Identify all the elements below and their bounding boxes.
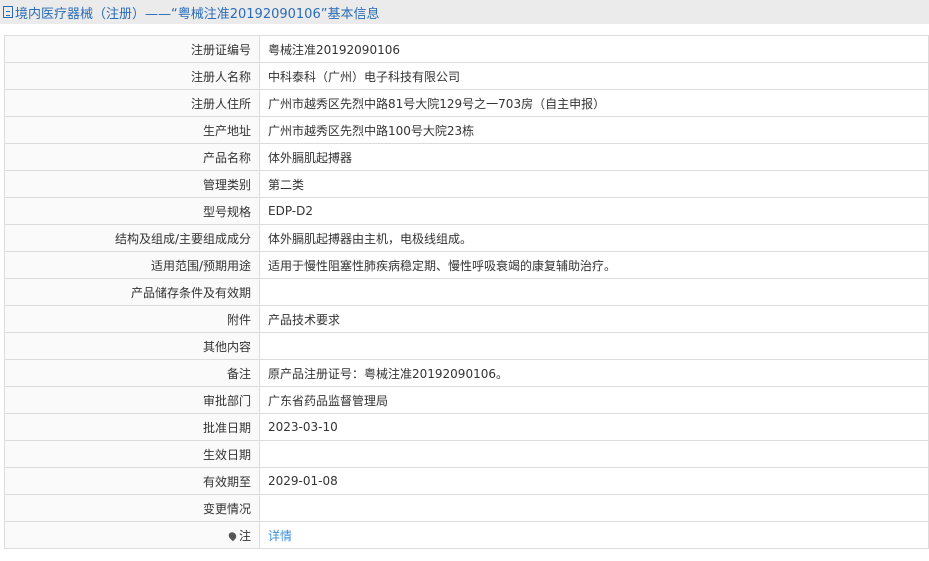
table-row: 备注 原产品注册证号：粤械注准20192090106。 — [4, 359, 929, 387]
row-label: 注册人名称 — [4, 62, 260, 90]
row-label: 管理类别 — [4, 170, 260, 198]
row-label: 注册人住所 — [4, 89, 260, 117]
page-title: 境内医疗器械（注册）——“粤械注准20192090106”基本信息 — [15, 6, 380, 22]
row-value — [259, 494, 929, 522]
details-link[interactable]: 详情 — [268, 529, 292, 543]
row-label: 生效日期 — [4, 440, 260, 468]
row-value: 广东省药品监督管理局 — [259, 386, 929, 414]
row-label: 有效期至 — [4, 467, 260, 495]
row-value: 2023-03-10 — [259, 413, 929, 441]
note-label: 注 — [238, 528, 251, 543]
row-value — [259, 440, 929, 468]
table-row: 其他内容 — [4, 332, 929, 360]
row-value: 详情 — [259, 521, 929, 549]
row-label: 附件 — [4, 305, 260, 333]
table-row: 产品名称 体外膈肌起搏器 — [4, 143, 929, 171]
row-value — [259, 332, 929, 360]
table-row: 注册证编号 粤械注准20192090106 — [4, 35, 929, 63]
table-row: 型号规格 EDP-D2 — [4, 197, 929, 225]
table-row: 批准日期 2023-03-10 — [4, 413, 929, 441]
row-value: 粤械注准20192090106 — [259, 35, 929, 63]
row-value: 体外膈肌起搏器由主机，电极线组成。 — [259, 224, 929, 252]
table-row: 注册人住所 广州市越秀区先烈中路81号大院129号之一703房（自主申报） — [4, 89, 929, 117]
pin-icon — [227, 530, 238, 542]
table-row: 有效期至 2029-01-08 — [4, 467, 929, 495]
table-row: 附件 产品技术要求 — [4, 305, 929, 333]
info-table: 注册证编号 粤械注准20192090106 注册人名称 中科泰科（广州）电子科技有限公… — [4, 35, 929, 549]
row-label: 结构及组成/主要组成成分 — [4, 224, 260, 252]
table-row: 变更情况 — [4, 494, 929, 522]
table-row: 适用范围/预期用途 适用于慢性阻塞性肺疾病稳定期、慢性呼吸衰竭的康复辅助治疗。 — [4, 251, 929, 279]
table-row-note: 注 详情 — [4, 521, 929, 549]
row-label: 批准日期 — [4, 413, 260, 441]
row-label: 注 — [4, 521, 260, 549]
row-value: 原产品注册证号：粤械注准20192090106。 — [259, 359, 929, 387]
row-value: 中科泰科（广州）电子科技有限公司 — [259, 62, 929, 90]
table-row: 生产地址 广州市越秀区先烈中路100号大院23栋 — [4, 116, 929, 144]
row-label: 其他内容 — [4, 332, 260, 360]
document-icon — [3, 6, 13, 18]
row-label: 产品名称 — [4, 143, 260, 171]
row-value: EDP-D2 — [259, 197, 929, 225]
table-row: 注册人名称 中科泰科（广州）电子科技有限公司 — [4, 62, 929, 90]
table-row: 产品储存条件及有效期 — [4, 278, 929, 306]
row-label: 适用范围/预期用途 — [4, 251, 260, 279]
row-label: 审批部门 — [4, 386, 260, 414]
row-value: 广州市越秀区先烈中路100号大院23栋 — [259, 116, 929, 144]
row-label: 生产地址 — [4, 116, 260, 144]
row-label: 变更情况 — [4, 494, 260, 522]
row-label: 注册证编号 — [4, 35, 260, 63]
table-row: 结构及组成/主要组成成分 体外膈肌起搏器由主机，电极线组成。 — [4, 224, 929, 252]
table-row: 审批部门 广东省药品监督管理局 — [4, 386, 929, 414]
row-value: 产品技术要求 — [259, 305, 929, 333]
row-value: 广州市越秀区先烈中路81号大院129号之一703房（自主申报） — [259, 89, 929, 117]
row-label: 型号规格 — [4, 197, 260, 225]
table-row: 管理类别 第二类 — [4, 170, 929, 198]
page-header: 境内医疗器械（注册）——“粤械注准20192090106”基本信息 — [0, 0, 929, 24]
row-label: 备注 — [4, 359, 260, 387]
row-value: 适用于慢性阻塞性肺疾病稳定期、慢性呼吸衰竭的康复辅助治疗。 — [259, 251, 929, 279]
row-value — [259, 278, 929, 306]
row-value: 第二类 — [259, 170, 929, 198]
row-label: 产品储存条件及有效期 — [4, 278, 260, 306]
row-value: 体外膈肌起搏器 — [259, 143, 929, 171]
row-value: 2029-01-08 — [259, 467, 929, 495]
table-row: 生效日期 — [4, 440, 929, 468]
